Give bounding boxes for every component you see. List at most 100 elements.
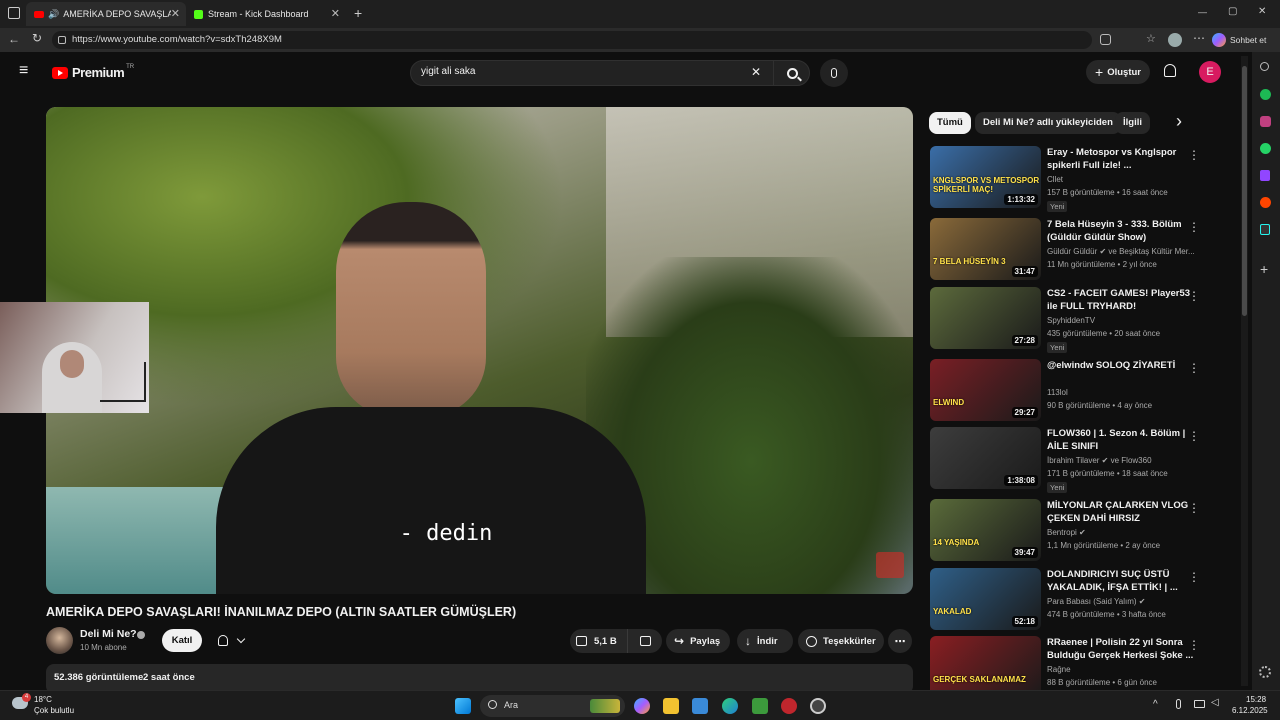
- share-button[interactable]: ↪ Paylaş: [666, 629, 730, 653]
- channel-avatar[interactable]: [46, 627, 73, 654]
- video-player[interactable]: - dedin: [46, 107, 913, 594]
- favorites-icon[interactable]: ☆: [1146, 32, 1156, 45]
- chip-all[interactable]: Tümü: [929, 112, 971, 134]
- scrollbar-thumb[interactable]: [1242, 66, 1247, 316]
- tab-kick[interactable]: Stream - Kick Dashboard ✕: [186, 2, 346, 26]
- chip-from-uploader[interactable]: Deli Mi Ne? adlı yükleyiciden: [975, 112, 1121, 134]
- recommendation-channel[interactable]: SpyhiddenTV: [1047, 316, 1095, 325]
- twitch-icon[interactable]: [1260, 170, 1270, 181]
- reddit-icon[interactable]: [1260, 197, 1271, 208]
- recommendation-item[interactable]: ELWIND 29:27 @elwindw SOLOQ ZİYARETİ 113lol…: [930, 359, 1210, 423]
- video-thumbnail[interactable]: 1:38:08: [930, 427, 1041, 489]
- recommendation-item[interactable]: 1:38:08 FLOW360 | 1. Sezon 4. Bölüm | AİL…: [930, 427, 1210, 493]
- app-red-icon[interactable]: [781, 698, 797, 714]
- page-scrollbar[interactable]: [1241, 56, 1248, 686]
- tab-youtube[interactable]: 🔊 AMERİKA DEPO SAVAŞLARI | İ... ✕: [26, 2, 186, 26]
- network-icon[interactable]: [1194, 700, 1205, 708]
- video-thumbnail[interactable]: YAKALAD 52:18: [930, 568, 1041, 630]
- action-menu-icon[interactable]: ⋮: [1188, 361, 1200, 375]
- xbox-icon[interactable]: [752, 698, 768, 714]
- maximize-button[interactable]: ▢: [1228, 6, 1237, 17]
- recommendation-channel[interactable]: Cllet: [1047, 175, 1063, 184]
- recommendation-item[interactable]: YAKALAD 52:18 DOLANDIRICIYI SUÇ ÜSTÜ YAKAL…: [930, 568, 1210, 632]
- tray-chevron-icon[interactable]: ^: [1153, 699, 1158, 710]
- video-thumbnail[interactable]: 7 BELA HÜSEYİN 3 31:47: [930, 218, 1041, 280]
- recorder-icon[interactable]: [810, 698, 826, 714]
- recommendation-item[interactable]: 14 YAŞINDA 39:47 MİLYONLAR ÇALARKEN VLOG Ç…: [930, 499, 1210, 563]
- thanks-button[interactable]: Teşekkürler: [798, 629, 884, 653]
- more-actions-button[interactable]: ⋯: [888, 629, 912, 653]
- video-thumbnail[interactable]: GERÇEK SAKLANAMAZ: [930, 636, 1041, 698]
- recommendation-title[interactable]: RRaenee | Polisin 22 yıl Sonra Bulduğu G…: [1047, 636, 1197, 662]
- file-explorer-icon[interactable]: [663, 698, 679, 714]
- search-input[interactable]: yigit ali saka: [421, 66, 475, 77]
- video-thumbnail[interactable]: 27:28: [930, 287, 1041, 349]
- extensions-icon[interactable]: [1100, 34, 1111, 45]
- recommendation-item[interactable]: 27:28 CS2 - FACEIT GAMES! Player53 ile FU…: [930, 287, 1210, 353]
- search-button[interactable]: [773, 61, 810, 85]
- spotify-icon[interactable]: [1260, 89, 1271, 100]
- start-windows-icon[interactable]: [455, 698, 471, 714]
- recommendation-channel[interactable]: İbrahim Tilaver ✔ ve Flow360: [1047, 456, 1152, 465]
- recommendation-title[interactable]: CS2 - FACEIT GAMES! Player53 ile FULL TR…: [1047, 287, 1197, 313]
- search-box[interactable]: yigit ali saka ✕: [410, 60, 810, 86]
- clock-date[interactable]: 6.12.2025: [1232, 706, 1268, 715]
- volume-icon[interactable]: ◁: [1211, 697, 1219, 708]
- copilot-button[interactable]: Sohbet et: [1212, 31, 1276, 49]
- video-thumbnail[interactable]: ELWIND 29:27: [930, 359, 1041, 421]
- channel-name[interactable]: Deli Mi Ne?: [80, 628, 137, 640]
- recommendation-item[interactable]: KNGLSPOR VS METOSPOR SPİKERLİ MAÇ! 1:13:3…: [930, 146, 1210, 212]
- action-menu-icon[interactable]: ⋮: [1188, 148, 1200, 162]
- action-menu-icon[interactable]: ⋮: [1188, 220, 1200, 234]
- site-info-icon[interactable]: [58, 36, 66, 44]
- notifications-bell-icon[interactable]: [1164, 64, 1176, 77]
- edge-icon[interactable]: [722, 698, 738, 714]
- join-button[interactable]: Katıl: [162, 629, 202, 652]
- guide-menu-icon[interactable]: ≡: [19, 62, 28, 80]
- close-window-button[interactable]: ✕: [1258, 6, 1266, 17]
- chips-next-icon[interactable]: ›: [1176, 111, 1182, 132]
- recommendation-channel[interactable]: Güldür Güldür ✔ ve Beşiktaş Kültür Mer..…: [1047, 247, 1195, 256]
- tab-close-icon[interactable]: ✕: [171, 7, 180, 20]
- recommendation-title[interactable]: Eray - Metospor vs Knglspor spikerli Ful…: [1047, 146, 1197, 172]
- recommendation-channel[interactable]: Para Babası (Said Yalım) ✔: [1047, 597, 1145, 606]
- create-button[interactable]: + Oluştur: [1086, 60, 1150, 84]
- tray-mic-icon[interactable]: [1176, 699, 1181, 709]
- account-avatar[interactable]: E: [1199, 61, 1221, 83]
- whatsapp-icon[interactable]: [1260, 143, 1271, 154]
- tab-close-icon[interactable]: ✕: [331, 7, 340, 20]
- more-menu-icon[interactable]: ⋯: [1193, 31, 1205, 45]
- recommendation-item[interactable]: 7 BELA HÜSEYİN 3 31:47 7 Bela Hüseyin 3 - …: [930, 218, 1210, 282]
- taskbar-search[interactable]: Ara: [480, 695, 625, 717]
- new-tab-button[interactable]: +: [354, 5, 362, 21]
- refresh-button[interactable]: ↻: [32, 31, 42, 45]
- copilot-taskbar-icon[interactable]: [634, 698, 650, 714]
- action-menu-icon[interactable]: ⋮: [1188, 570, 1200, 584]
- dislike-button[interactable]: [628, 629, 662, 653]
- youtube-logo[interactable]: Premium TR: [52, 64, 134, 80]
- sidebar-settings-icon[interactable]: [1259, 666, 1271, 678]
- action-menu-icon[interactable]: ⋮: [1188, 289, 1200, 303]
- action-menu-icon[interactable]: ⋮: [1188, 429, 1200, 443]
- back-button[interactable]: ←: [8, 32, 20, 46]
- subscribe-notify-button[interactable]: [206, 629, 256, 652]
- recommendation-title[interactable]: DOLANDIRICIYI SUÇ ÜSTÜ YAKALADIK, İFŞA E…: [1047, 568, 1197, 594]
- video-thumbnail[interactable]: KNGLSPOR VS METOSPOR SPİKERLİ MAÇ! 1:13:3…: [930, 146, 1041, 208]
- store-icon[interactable]: [692, 698, 708, 714]
- sidebar-search-icon[interactable]: [1260, 62, 1269, 71]
- audio-playing-icon[interactable]: 🔊: [48, 9, 59, 20]
- add-sidebar-app-icon[interactable]: +: [1260, 261, 1268, 277]
- recommendation-channel[interactable]: Bentropi ✔: [1047, 528, 1086, 537]
- like-button[interactable]: 5,1 B: [570, 629, 628, 653]
- recommendation-channel[interactable]: Rağne: [1047, 665, 1071, 674]
- clock-time[interactable]: 15:28: [1246, 695, 1266, 704]
- recommendation-channel[interactable]: 113lol: [1047, 388, 1068, 397]
- download-button[interactable]: ↓ İndir: [737, 629, 793, 653]
- recommendation-title[interactable]: FLOW360 | 1. Sezon 4. Bölüm | AİLE SINIF…: [1047, 427, 1197, 453]
- action-menu-icon[interactable]: ⋮: [1188, 638, 1200, 652]
- video-thumbnail[interactable]: 14 YAŞINDA 39:47: [930, 499, 1041, 561]
- recommendation-title[interactable]: @elwindw SOLOQ ZİYARETİ: [1047, 359, 1197, 372]
- profile-avatar[interactable]: [1168, 33, 1182, 47]
- minimize-button[interactable]: —: [1198, 7, 1207, 17]
- voice-search-button[interactable]: [820, 59, 848, 87]
